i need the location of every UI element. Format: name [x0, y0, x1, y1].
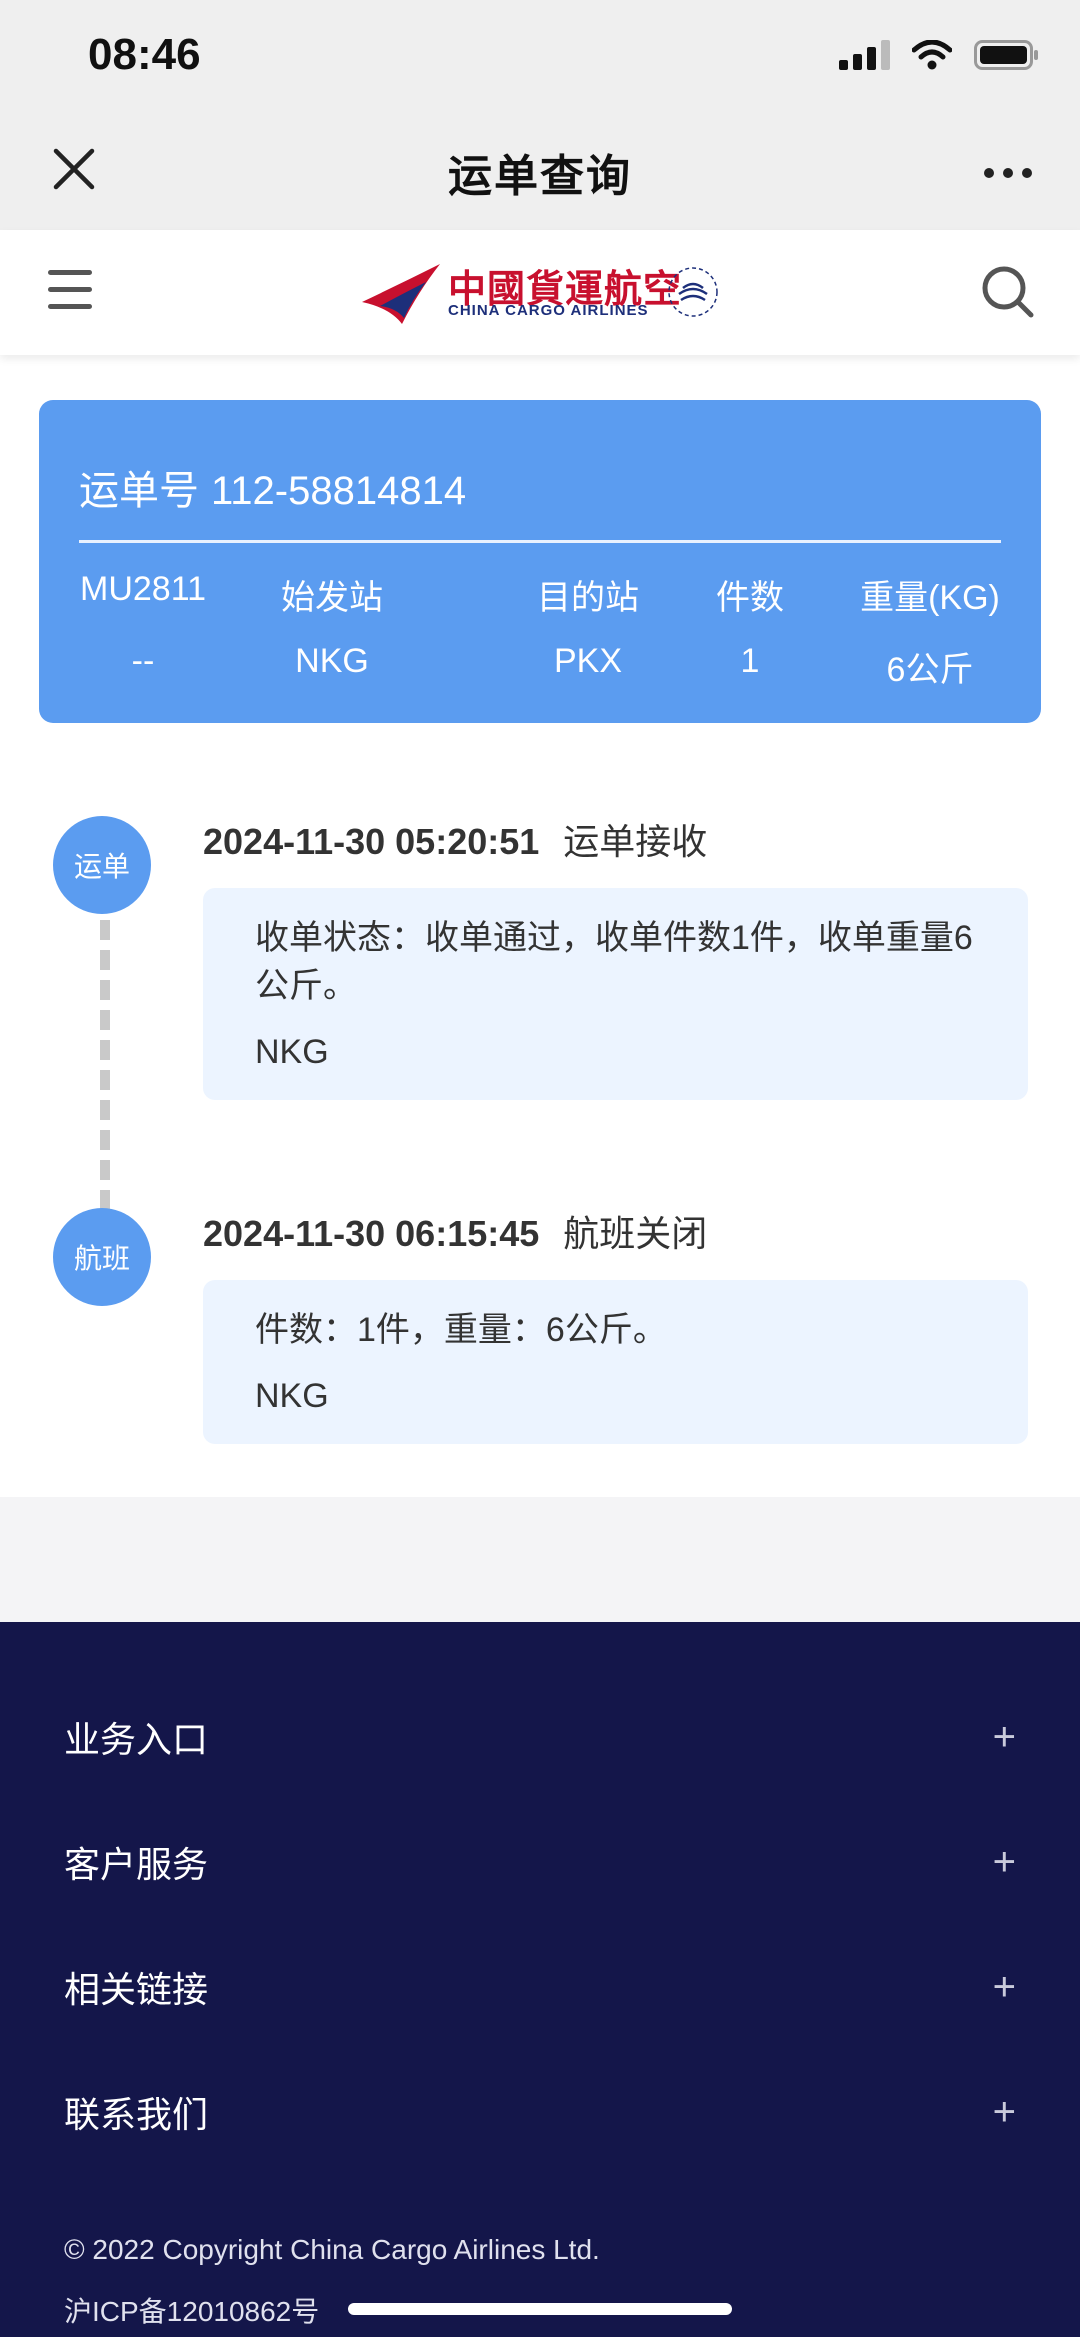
top-bar: 08:46 运单查询: [0, 0, 1080, 230]
timeline-badge: 运单: [53, 816, 151, 914]
skyteam-cargo-logo-icon: [668, 267, 718, 317]
waybill-number-row: 运单号 112-58814814: [79, 458, 466, 516]
footer-item-label: 相关链接: [64, 1969, 209, 2010]
expand-plus-icon[interactable]: +: [993, 2090, 1016, 2135]
cellular-signal-icon: [839, 40, 890, 70]
wifi-icon: [912, 40, 952, 70]
footer-item-label: 客户服务: [64, 1844, 209, 1885]
timeline-detail-box: 件数：1件，重量：6公斤。 NKG: [203, 1280, 1028, 1444]
weight-header: 重量(KG): [860, 579, 1000, 617]
flight-number: MU2811: [80, 570, 206, 608]
timeline-badge: 航班: [53, 1208, 151, 1306]
expand-plus-icon[interactable]: +: [993, 1840, 1016, 1885]
timeline-event: 运单接收: [563, 821, 708, 862]
home-indicator[interactable]: [348, 2303, 732, 2315]
site-footer: 业务入口 + 客户服务 + 相关链接 + 联系我们 + © 2022 Copyr…: [0, 1622, 1080, 2337]
timeline-connector: [100, 920, 120, 1210]
weight-value: 6公斤: [886, 651, 974, 689]
footer-item-related-links[interactable]: 相关链接 +: [64, 1957, 1016, 2017]
card-divider: [79, 540, 1001, 543]
airline-swallow-logo-icon: [362, 264, 440, 324]
timeline-heading: 2024-11-30 05:20:51 运单接收: [203, 813, 707, 865]
origin-value: NKG: [295, 642, 369, 680]
footer-item-label: 联系我们: [64, 2094, 209, 2135]
pieces-header: 件数: [716, 579, 784, 617]
waybill-summary-card: 运单号 112-58814814 MU2811 始发站 目的站 件数 重量(KG)…: [39, 400, 1041, 723]
expand-plus-icon[interactable]: +: [993, 1715, 1016, 1760]
timeline-timestamp: 2024-11-30 05:20:51: [203, 821, 540, 862]
search-icon[interactable]: [980, 264, 1036, 320]
footer-item-contact-us[interactable]: 联系我们 +: [64, 2082, 1016, 2142]
timeline-location: NKG: [255, 1377, 329, 1415]
flight-value: --: [131, 642, 155, 680]
timeline-detail: 收单状态：收单通过，收单件数1件，收单重量6公斤。: [255, 919, 973, 1005]
copyright-text: © 2022 Copyright China Cargo Airlines Lt…: [64, 2234, 600, 2265]
timeline-event: 航班关闭: [563, 1213, 708, 1254]
timeline-detail-box: 收单状态：收单通过，收单件数1件，收单重量6公斤。 NKG: [203, 888, 1028, 1100]
expand-plus-icon[interactable]: +: [993, 1965, 1016, 2010]
timeline-detail: 件数：1件，重量：6公斤。: [255, 1311, 667, 1349]
hamburger-menu-icon[interactable]: [48, 270, 92, 310]
waybill-number-label: 运单号: [79, 469, 199, 513]
more-options-icon[interactable]: [984, 168, 1032, 178]
page-title: 运单查询: [448, 152, 632, 201]
footer-item-customer-service[interactable]: 客户服务 +: [64, 1832, 1016, 1892]
waybill-number: 112-58814814: [211, 469, 467, 513]
icp-license-link[interactable]: 沪ICP备12010862号: [64, 2290, 319, 2330]
destination-header: 目的站: [537, 579, 639, 617]
section-spacer: [0, 1497, 1080, 1622]
destination-value: PKX: [553, 642, 623, 680]
status-time: 08:46: [88, 30, 201, 79]
pieces-value: 1: [740, 642, 760, 680]
logo-english-text: CHINA CARGO AIRLINES: [448, 302, 649, 319]
battery-icon: [974, 40, 1040, 70]
footer-item-label: 业务入口: [64, 1719, 209, 1760]
status-icons: [839, 40, 1040, 70]
timeline-location: NKG: [255, 1033, 329, 1071]
origin-header: 始发站: [281, 579, 383, 617]
china-cargo-logo[interactable]: 中國貨運航空 CHINA CARGO AIRLINES: [360, 258, 720, 330]
footer-item-business[interactable]: 业务入口 +: [64, 1707, 1016, 1767]
timeline-timestamp: 2024-11-30 06:15:45: [203, 1213, 540, 1254]
site-header: 中國貨運航空 CHINA CARGO AIRLINES: [0, 230, 1080, 355]
timeline-heading: 2024-11-30 06:15:45 航班关闭: [203, 1205, 707, 1257]
